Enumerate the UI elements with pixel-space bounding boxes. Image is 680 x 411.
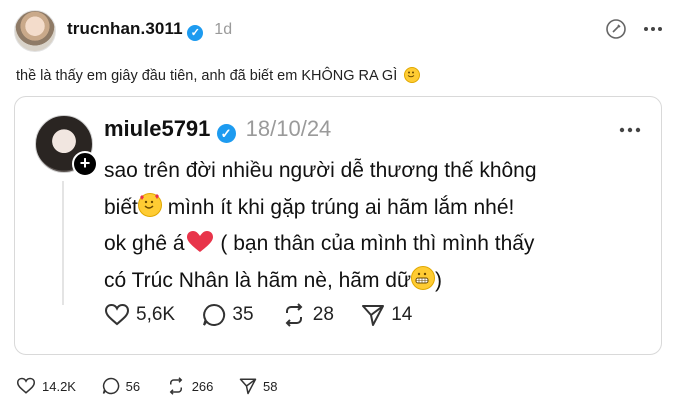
repost-count: 28 [312, 304, 334, 325]
reply-count: 56 [125, 378, 141, 394]
send-icon [362, 305, 385, 326]
quoted-line: sao trên đời nhiều người dễ thương thế k… [104, 159, 537, 182]
quoted-header: miule5791 ✓ 18/10/24 [104, 116, 331, 143]
avatar[interactable] [14, 10, 56, 52]
author-name[interactable]: trucnhan.3011 [67, 19, 183, 38]
thread-line [62, 181, 64, 305]
red-heart-emoji-icon [186, 231, 213, 252]
send-icon [239, 378, 257, 395]
quoted-line-part: ( bạn thân của mình thì mình thấy [214, 232, 535, 255]
quoted-line-part: có Trúc Nhân là hãm nè, hãm dữ [104, 268, 412, 292]
repost-count: 266 [191, 378, 214, 394]
post-text: thề là thấy em giây đầu tiên, anh đã biế… [16, 67, 421, 84]
quoted-line: ok ghê á ( bạn thân của mình thì mình th… [104, 226, 644, 263]
comment-icon [203, 303, 226, 326]
quoted-author-name[interactable]: miule5791 [104, 116, 210, 141]
post-time: 1d [214, 21, 233, 38]
reply-button[interactable]: 35 [202, 303, 254, 327]
like-count: 5,6K [136, 304, 176, 325]
post-stats: 14.2K 56 266 58 [16, 377, 300, 398]
share-button[interactable]: 14 [361, 303, 412, 327]
post-text-content: thề là thấy em giây đầu tiên, anh đã biế… [16, 68, 398, 84]
more-dots-icon[interactable] [619, 127, 641, 133]
like-button[interactable]: 5,6K [104, 303, 175, 327]
quoted-line-part: ok ghê á [104, 232, 185, 255]
quoted-line: biết mình ít khi gặp trúng ai hãm lắm nh… [104, 190, 644, 227]
comment-icon [102, 377, 119, 395]
smiling-hearts-emoji-icon [137, 192, 162, 217]
quoted-date: 18/10/24 [245, 116, 332, 141]
share-button[interactable]: 58 [239, 377, 278, 395]
repost-button[interactable]: 28 [281, 303, 334, 327]
post-header: trucnhan.3011 ✓ 1d [67, 19, 232, 41]
reply-count: 35 [232, 304, 254, 325]
like-count: 14.2K [42, 378, 76, 394]
quoted-stats: 5,6K 35 28 14 [104, 303, 434, 333]
quoted-line-part: biết [104, 195, 138, 219]
edit-icon[interactable] [605, 18, 627, 40]
quoted-text: sao trên đời nhiều người dễ thương thế k… [104, 153, 644, 299]
quoted-line-part: ) [435, 268, 443, 292]
quoted-line: có Trúc Nhân là hãm nè, hãm dữ ) [104, 263, 644, 300]
quoted-post[interactable]: + miule5791 ✓ 18/10/24 sao trên đời nhiề… [14, 96, 662, 355]
more-dots-icon[interactable] [643, 26, 663, 32]
slight-smile-emoji-icon [404, 67, 421, 83]
grimacing-emoji-icon [411, 265, 436, 290]
verified-icon: ✓ [187, 25, 204, 41]
like-button[interactable]: 14.2K [16, 377, 76, 395]
verified-icon: ✓ [216, 124, 236, 143]
share-count: 58 [263, 378, 278, 394]
repost-button[interactable]: 266 [166, 377, 214, 395]
heart-icon [104, 303, 130, 326]
repost-icon [169, 377, 183, 395]
quoted-line-part: mình ít khi gặp trúng ai hãm lắm nhé! [161, 195, 515, 219]
reply-button[interactable]: 56 [102, 377, 140, 395]
share-count: 14 [391, 304, 413, 325]
heart-icon [16, 377, 36, 394]
follow-plus-icon[interactable]: + [72, 151, 98, 177]
repost-icon [285, 303, 303, 327]
